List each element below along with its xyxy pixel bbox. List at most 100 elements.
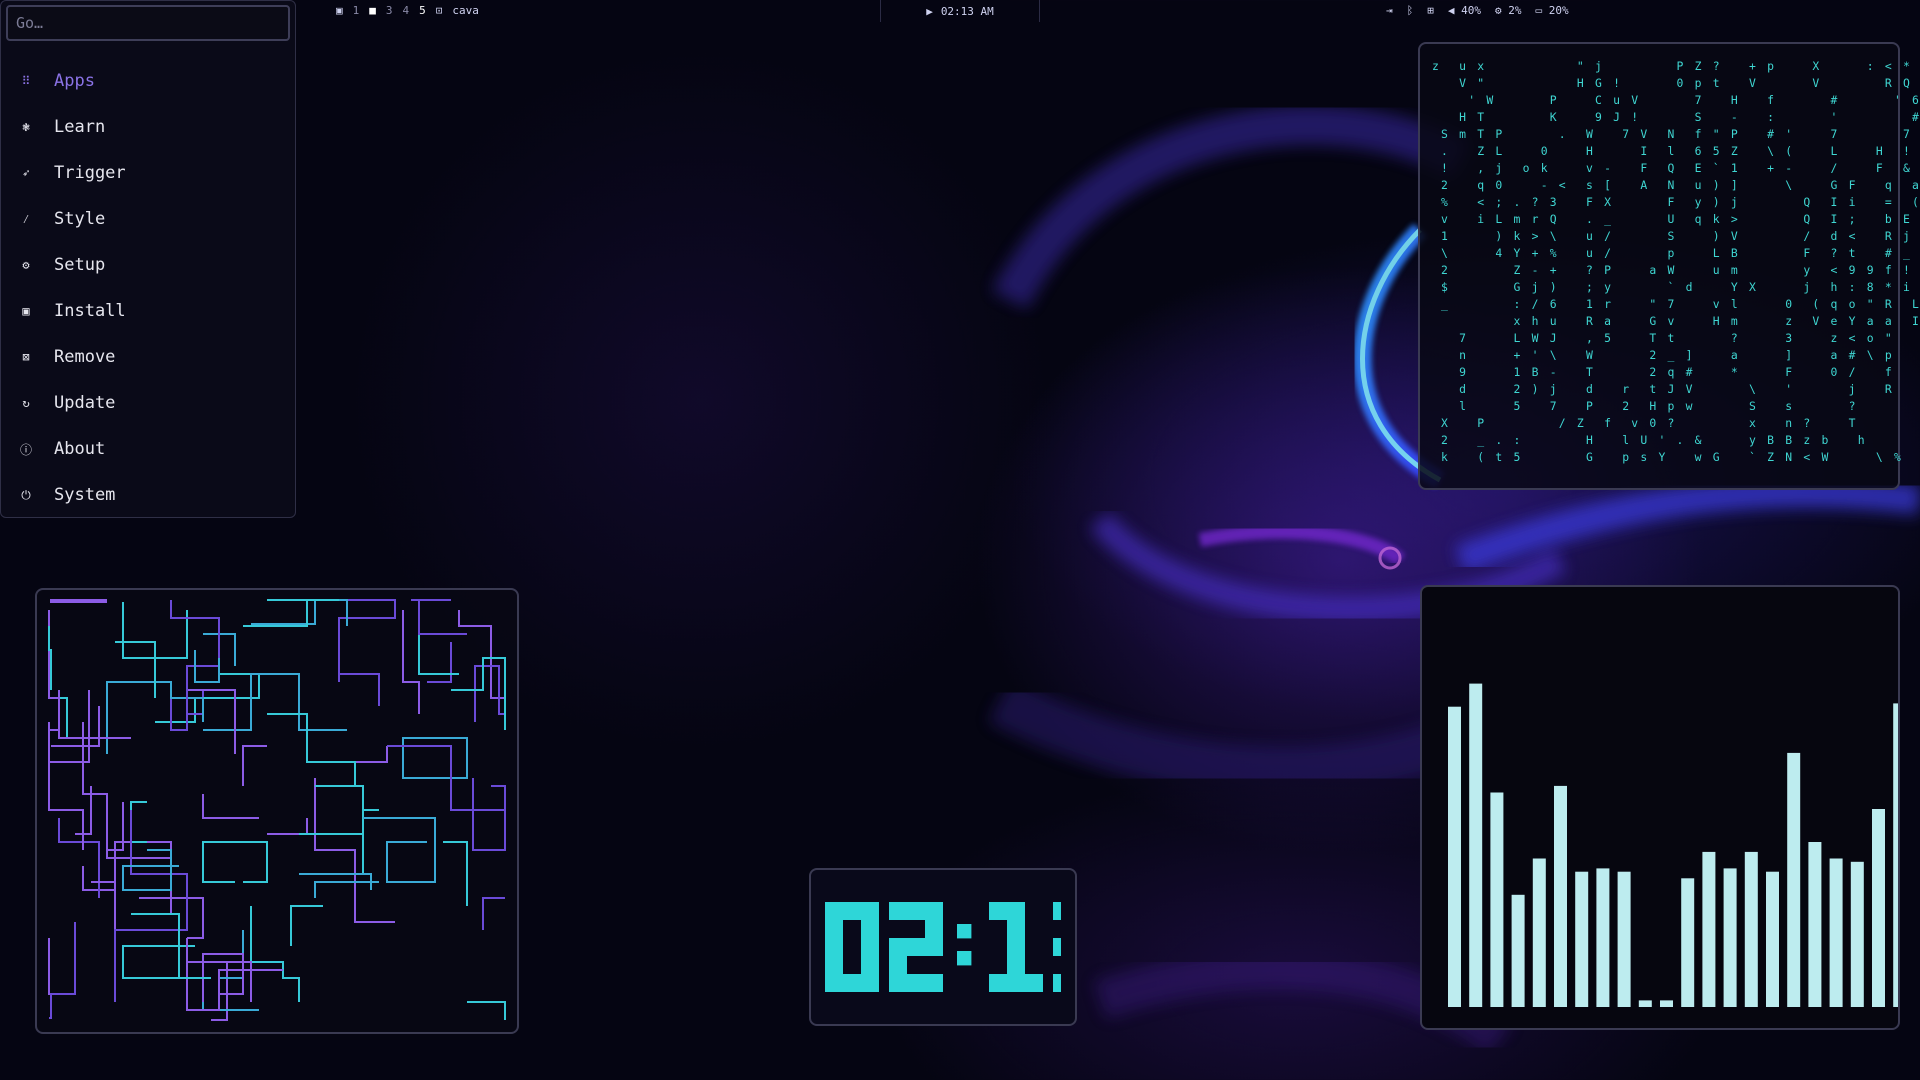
pipe-segment: [362, 809, 379, 874]
menu-item-label: Style: [54, 209, 106, 229]
volume-icon: ◀: [1447, 4, 1455, 17]
menu-item-style[interactable]: ⁄ Style: [0, 196, 294, 242]
big-clock-digits: [825, 902, 1061, 992]
volume-status[interactable]: ◀ 40%: [1448, 4, 1481, 17]
menu-item-label: Apps: [54, 71, 95, 91]
pipe-segment: [267, 818, 308, 835]
battery-status: ▭ 20%: [1535, 4, 1568, 17]
audio-bar: [1532, 858, 1546, 1007]
clock-colon: [957, 924, 972, 939]
pipe-segment: [49, 922, 76, 1019]
audio-bar: [1766, 871, 1779, 1007]
audio-bar: [1723, 868, 1737, 1007]
menu-item-label: Trigger: [54, 163, 126, 183]
workspace-3[interactable]: 3: [386, 4, 393, 17]
menu-item-label: Learn: [54, 117, 106, 137]
clock-digit-segment: [989, 974, 1043, 992]
brain-icon: ❃: [22, 120, 30, 134]
workspace-5[interactable]: 5: [419, 4, 426, 17]
pipe-segment: [251, 599, 348, 626]
pipe-segment: [48, 722, 84, 850]
pipe-segment: [314, 778, 395, 923]
pipe-segment: [82, 841, 172, 914]
workspace-4[interactable]: 4: [403, 4, 410, 17]
pipe-segment: [472, 778, 506, 851]
bluetooth-icon[interactable]: ᛒ: [1407, 4, 1414, 17]
pipe-segment: [202, 794, 259, 819]
pipe-segment: [243, 599, 339, 627]
volume-value: 40%: [1461, 4, 1481, 17]
pipe-segment: [267, 713, 356, 787]
audio-bars: [1448, 683, 1920, 1007]
workspace-1[interactable]: 1: [353, 4, 360, 17]
play-icon[interactable]: ▶: [926, 5, 933, 18]
clock-digit-segment: [1053, 974, 1061, 992]
clock-window[interactable]: [809, 868, 1077, 1026]
network-icon[interactable]: ⊞: [1427, 4, 1434, 17]
menu-item-trigger[interactable]: ➶ Trigger: [0, 150, 294, 196]
cpu-status: ⚙ 2%: [1495, 4, 1522, 17]
audio-bar: [1448, 706, 1461, 1007]
pipe-segment: [314, 881, 379, 898]
clock-digit-segment: [1053, 902, 1061, 920]
battery-icon: ▭: [1535, 4, 1543, 17]
menu-list: ⠿ Apps ❃ Learn ➶ Trigger ⁄ Style ⚙ Setup ▣ Install ⊠…: [0, 58, 294, 518]
menu-item-apps[interactable]: ⠿ Apps: [0, 58, 294, 104]
pipe-segment: [402, 610, 420, 714]
rocket-icon: ➶: [22, 166, 30, 180]
launcher-menu: ⠿ Apps ❃ Learn ➶ Trigger ⁄ Style ⚙ Setup ▣ Install ⊠…: [0, 0, 296, 518]
menu-item-learn[interactable]: ❃ Learn: [0, 104, 294, 150]
pipe-segment: [82, 722, 171, 859]
audio-bar: [1829, 858, 1843, 1007]
menu-item-update[interactable]: ↻ Update: [0, 380, 294, 426]
menu-item-setup[interactable]: ⚙ Setup: [0, 242, 294, 288]
menu-item-system[interactable]: ⏻ System: [0, 472, 294, 518]
audio-bar: [1575, 871, 1589, 1007]
terminal-icon: ⊡: [435, 4, 443, 17]
menu-item-label: Update: [54, 393, 116, 413]
topbar-time: 02:13 AM: [940, 4, 994, 18]
audio-bar: [1469, 683, 1483, 1007]
audio-bar: [1596, 868, 1610, 1007]
refresh-icon: ↻: [22, 396, 30, 410]
square-icon[interactable]: ▣: [336, 4, 343, 17]
power-icon: ⏻: [21, 487, 31, 502]
menu-item-remove[interactable]: ⊠ Remove: [0, 334, 294, 380]
pipe-segment: [130, 801, 147, 843]
search-input[interactable]: [6, 5, 290, 41]
clock-digit-segment: [989, 902, 1007, 920]
grid-icon: ⠿: [21, 74, 31, 88]
pipe-segment: [443, 841, 468, 906]
logout-icon[interactable]: ⇥: [1386, 4, 1393, 17]
audio-bar: [1511, 894, 1525, 1007]
menu-item-install[interactable]: ▣ Install: [0, 288, 294, 334]
pipe-segment: [402, 737, 468, 779]
pipe-segment: [115, 641, 156, 698]
audio-bar: [1554, 785, 1567, 1007]
pipe-segment: [427, 642, 452, 683]
pipe-segment: [202, 841, 268, 883]
wand-icon: ⁄: [22, 211, 30, 226]
pipe-segment: [219, 673, 260, 714]
pipe-segment: [467, 1001, 506, 1020]
pipe-segment: [122, 945, 195, 979]
trash-icon: ⊠: [22, 350, 30, 364]
pipe-segment: [339, 673, 380, 706]
audio-bar: [1490, 792, 1504, 1007]
pipe-segment: [114, 810, 188, 1002]
clock-digit-segment: [889, 974, 943, 992]
cava-visualizer-window[interactable]: [1420, 585, 1920, 1030]
pipe-segment: [451, 657, 506, 730]
matrix-rain-window[interactable]: z u x " j P Z ? + p X : < * g D V " H G …: [1418, 42, 1919, 490]
gear-icon: ⚙: [22, 258, 30, 272]
clock-module[interactable]: ▶ 02:13 AM: [880, 0, 1040, 22]
menu-item-label: System: [54, 485, 116, 505]
pipes-screensaver-window[interactable]: [35, 588, 519, 1034]
status-area: ⇥ ᛒ ⊞ ◀ 40% ⚙ 2% ▭ 20%: [1386, 4, 1569, 17]
menu-item-label: Remove: [54, 347, 116, 367]
pipe-segment: [48, 938, 59, 995]
menu-item-about[interactable]: ⓘ About: [0, 426, 294, 472]
workspace-switcher: ▣ 1 ■ 3 4 5 ⊡ cava: [336, 4, 479, 17]
workspace-2-active[interactable]: ■: [369, 4, 376, 17]
pipes-drawing: [48, 599, 506, 1021]
